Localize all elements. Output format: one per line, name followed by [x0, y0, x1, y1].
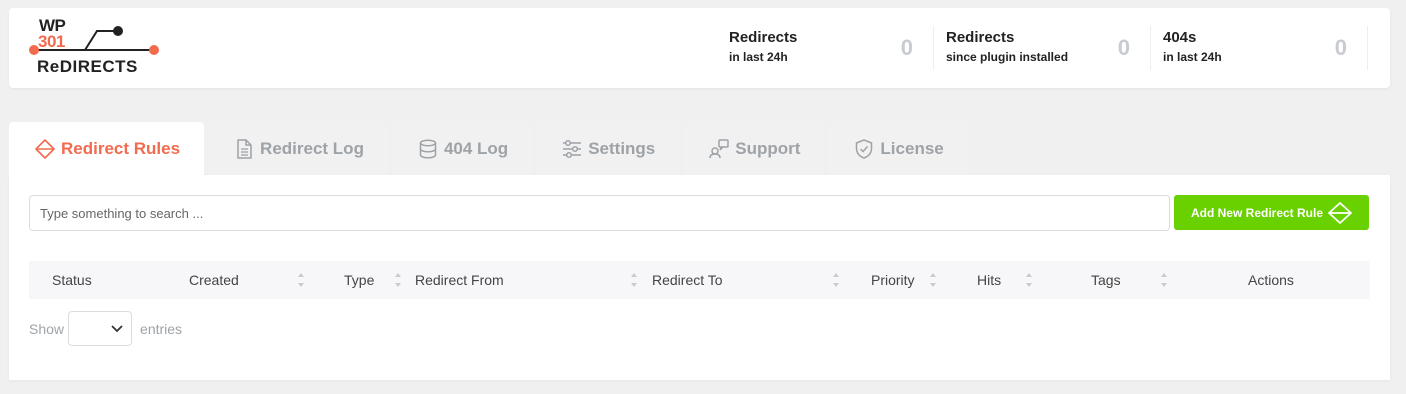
tab-label: License: [880, 138, 944, 158]
search-input[interactable]: [29, 195, 1170, 231]
sort-icon[interactable]: [297, 272, 305, 288]
stat-404s-24h: 404s in last 24h 0: [1151, 26, 1368, 70]
tab-settings[interactable]: Settings: [536, 122, 680, 175]
support-icon: [709, 138, 730, 159]
tab-license[interactable]: License: [828, 122, 968, 175]
show-label: Show: [29, 320, 65, 337]
stat-title: Redirects: [729, 29, 798, 46]
stat-subtitle: in last 24h: [1163, 50, 1222, 64]
stat-value: 0: [900, 35, 913, 60]
tab-404-log[interactable]: 404 Log: [391, 122, 533, 175]
entries-per-page-select[interactable]: [68, 311, 133, 346]
sort-icon[interactable]: [929, 272, 937, 288]
column-header-tags[interactable]: Tags: [1091, 261, 1121, 299]
document-icon: [234, 138, 254, 159]
column-header-type[interactable]: Type: [344, 261, 374, 299]
add-new-redirect-rule-button[interactable]: Add New Redirect Rule: [1174, 195, 1369, 230]
stat-redirects-24h: Redirects in last 24h 0: [717, 26, 934, 70]
sort-icon[interactable]: [832, 272, 840, 288]
tab-redirect-rules[interactable]: Redirect Rules: [9, 122, 205, 175]
redirect-rules-icon: [35, 138, 55, 159]
add-button-label: Add New Redirect Rule: [1190, 205, 1324, 220]
column-header-hits[interactable]: Hits: [977, 261, 1001, 299]
stat-subtitle: since plugin installed: [946, 50, 1069, 64]
tab-redirect-log[interactable]: Redirect Log: [208, 122, 388, 175]
sort-icon[interactable]: [1025, 272, 1033, 288]
tab-label: Redirect Rules: [61, 138, 181, 158]
column-header-status[interactable]: Status: [52, 261, 92, 299]
column-header-redirect-from[interactable]: Redirect From: [415, 261, 504, 299]
column-header-actions: Actions: [1248, 272, 1294, 288]
stat-redirects-total: Redirects since plugin installed 0: [934, 26, 1151, 70]
tab-label: Settings: [588, 138, 656, 158]
tab-label: Support: [735, 138, 801, 158]
redirect-rules-icon: [1328, 201, 1352, 224]
sort-icon[interactable]: [1160, 272, 1168, 288]
shield-check-icon: [854, 138, 874, 159]
column-header-redirect-to[interactable]: Redirect To: [652, 261, 723, 299]
table-header: Status Created Type Redirect From Redire…: [29, 261, 1370, 299]
entries-length-control: Show entries: [29, 311, 182, 346]
sliders-icon: [562, 139, 582, 159]
tab-label: Redirect Log: [260, 138, 364, 158]
sort-icon[interactable]: [394, 272, 402, 288]
chevron-down-icon: [111, 325, 123, 333]
column-header-created[interactable]: Created: [189, 261, 239, 299]
database-icon: [418, 138, 438, 159]
stat-value: 0: [1334, 35, 1347, 60]
tab-bar: Redirect Rules Redirect Log 404 Log Sett…: [9, 122, 972, 175]
stat-subtitle: in last 24h: [729, 50, 788, 64]
sort-icon[interactable]: [630, 272, 638, 288]
header-card: WP 301 ReDIRECTS Redirects in last 24h 0…: [9, 8, 1390, 88]
column-header-priority[interactable]: Priority: [871, 261, 915, 299]
stat-title: 404s: [1163, 29, 1197, 46]
logo-redirects-text: ReDIRECTS: [37, 57, 138, 76]
tab-label: 404 Log: [443, 138, 509, 158]
redirect-rules-panel: Add New Redirect Rule Status Created Typ…: [9, 175, 1390, 380]
stats-bar: Redirects in last 24h 0 Redirects since …: [717, 26, 1368, 70]
wp301-logo[interactable]: WP 301 ReDIRECTS: [25, 14, 165, 80]
logo-301-text: 301: [38, 32, 65, 51]
tab-support[interactable]: Support: [683, 122, 825, 175]
stat-value: 0: [1117, 35, 1130, 60]
entries-label: entries: [140, 320, 183, 337]
stat-title: Redirects: [946, 29, 1015, 46]
